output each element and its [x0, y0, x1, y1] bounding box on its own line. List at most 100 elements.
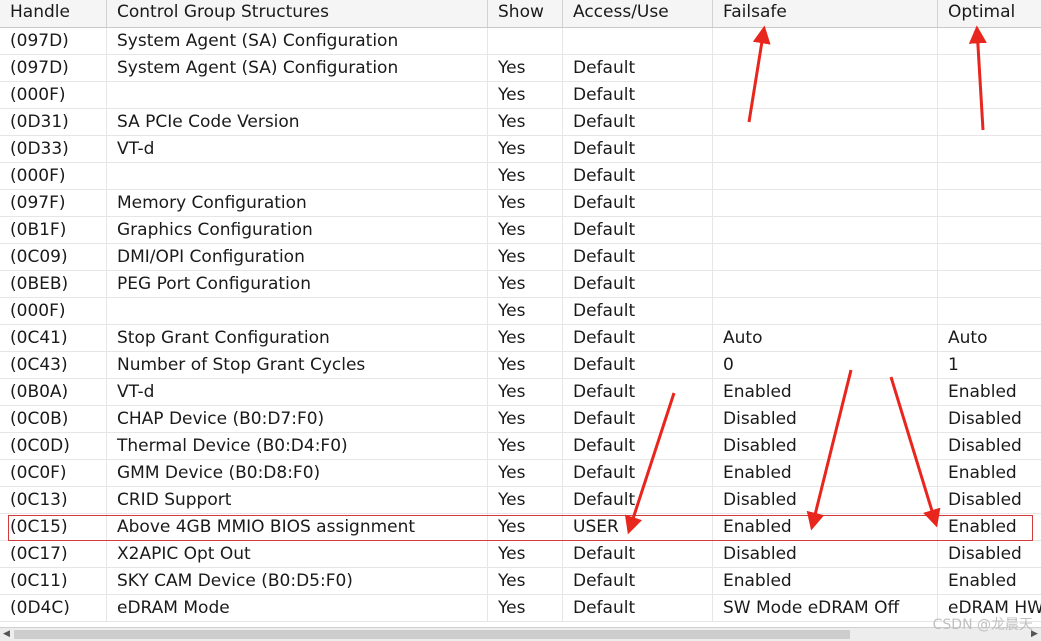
column-header-failsafe[interactable]: Failsafe [713, 0, 938, 27]
cell-control-group [107, 298, 488, 324]
column-header-access-use[interactable]: Access/Use [563, 0, 713, 27]
cell-show: Yes [488, 352, 563, 378]
cell-show: Yes [488, 82, 563, 108]
column-header-optimal[interactable]: Optimal [938, 0, 1041, 27]
scroll-left-arrow-icon[interactable]: ◀ [0, 628, 13, 641]
scrollbar-thumb[interactable] [14, 630, 850, 639]
cell-show: Yes [488, 514, 563, 540]
cell-failsafe [713, 190, 938, 216]
cell-control-group: Above 4GB MMIO BIOS assignment [107, 514, 488, 540]
table-row[interactable]: (0D33) VT-d Yes Default [0, 136, 1041, 163]
cell-show: Yes [488, 109, 563, 135]
cell-handle: (0B0A) [0, 379, 107, 405]
cell-handle: (0C43) [0, 352, 107, 378]
table-row[interactable]: (097D) System Agent (SA) Configuration [0, 28, 1041, 55]
cell-failsafe: SW Mode eDRAM Off [713, 595, 938, 621]
cell-handle: (0C11) [0, 568, 107, 594]
cell-optimal: Enabled [948, 382, 1017, 402]
table-row[interactable]: (0D31) SA PCIe Code Version Yes Default [0, 109, 1041, 136]
table-row[interactable]: (0BEB) PEG Port Configuration Yes Default [0, 271, 1041, 298]
cell-access-use: Default [563, 460, 713, 486]
table-row[interactable]: (0B0A) VT-d Yes Default Enabled Enabled [0, 379, 1041, 406]
table-row[interactable]: (000F) Yes Default [0, 82, 1041, 109]
cell-optimal: Disabled [948, 544, 1022, 564]
cell-access-use: Default [563, 379, 713, 405]
table-row[interactable]: (0B1F) Graphics Configuration Yes Default [0, 217, 1041, 244]
cell-optimal [938, 298, 1041, 324]
table-row[interactable]: (0C17) X2APIC Opt Out Yes Default Disabled Di… [0, 541, 1041, 568]
cell-show: Yes [488, 136, 563, 162]
cell-show: Yes [488, 163, 563, 189]
cell-control-group: System Agent (SA) Configuration [107, 28, 488, 54]
table-row[interactable]: (0C43) Number of Stop Grant Cycles Yes Defa… [0, 352, 1041, 379]
cell-failsafe [713, 298, 938, 324]
table-row[interactable]: (0C0B) CHAP Device (B0:D7:F0) Yes Default Di… [0, 406, 1041, 433]
cell-handle: (000F) [0, 163, 107, 189]
cell-failsafe: Disabled [713, 487, 938, 513]
table-row[interactable]: (0C0F) GMM Device (B0:D8:F0) Yes Default Ena… [0, 460, 1041, 487]
cell-show: Yes [488, 190, 563, 216]
horizontal-scrollbar[interactable]: ◀ ▶ [0, 627, 1041, 641]
cell-access-use: Default [563, 82, 713, 108]
cell-failsafe [713, 244, 938, 270]
cell-control-group: CHAP Device (B0:D7:F0) [107, 406, 488, 432]
table-row[interactable]: (0C13) CRID Support Yes Default Disabled Disa… [0, 487, 1041, 514]
bios-settings-table: Handle Control Group Structures Show Acc… [0, 0, 1041, 640]
cell-access-use: USER [563, 514, 713, 540]
cell-optimal [938, 190, 1041, 216]
cell-control-group: Stop Grant Configuration [107, 325, 488, 351]
column-header-control-group-structures[interactable]: Control Group Structures [107, 0, 488, 27]
cell-show: Yes [488, 244, 563, 270]
table-row[interactable]: (0C09) DMI/OPI Configuration Yes Default [0, 244, 1041, 271]
cell-handle: (0D31) [0, 109, 107, 135]
cell-show [488, 28, 563, 54]
cell-access-use: Default [563, 244, 713, 270]
cell-control-group: SA PCIe Code Version [107, 109, 488, 135]
cell-show: Yes [488, 568, 563, 594]
cell-show: Yes [488, 595, 563, 621]
table-row[interactable]: (097F) Memory Configuration Yes Default [0, 190, 1041, 217]
table-row[interactable]: (0D4C) eDRAM Mode Yes Default SW Mode eDRAM … [0, 595, 1041, 622]
cell-handle: (0B1F) [0, 217, 107, 243]
cell-failsafe [713, 109, 938, 135]
cell-failsafe [713, 163, 938, 189]
cell-optimal [938, 217, 1041, 243]
cell-failsafe [713, 136, 938, 162]
cell-show: Yes [488, 460, 563, 486]
cell-control-group: eDRAM Mode [107, 595, 488, 621]
cell-handle: (0C09) [0, 244, 107, 270]
table-row[interactable]: (097D) System Agent (SA) Configuration Yes… [0, 55, 1041, 82]
cell-show: Yes [488, 325, 563, 351]
cell-show: Yes [488, 406, 563, 432]
cell-handle: (0C13) [0, 487, 107, 513]
cell-show: Yes [488, 487, 563, 513]
cell-failsafe: Enabled [713, 379, 938, 405]
cell-optimal: Disabled [948, 490, 1022, 510]
cell-failsafe: Enabled [713, 568, 938, 594]
table-row[interactable]: (0C0D) Thermal Device (B0:D4:F0) Yes Defaul… [0, 433, 1041, 460]
cell-access-use: Default [563, 433, 713, 459]
column-header-handle[interactable]: Handle [0, 0, 107, 27]
table-row[interactable]: (0C41) Stop Grant Configuration Yes Default… [0, 325, 1041, 352]
cell-access-use: Default [563, 190, 713, 216]
cell-optimal [938, 28, 1041, 54]
cell-show: Yes [488, 433, 563, 459]
cell-show: Yes [488, 298, 563, 324]
cell-optimal [938, 163, 1041, 189]
table-row[interactable]: (0C15) Above 4GB MMIO BIOS assignment Yes U… [0, 514, 1041, 541]
cell-control-group: Number of Stop Grant Cycles [107, 352, 488, 378]
table-row[interactable]: (0C11) SKY CAM Device (B0:D5:F0) Yes Defaul… [0, 568, 1041, 595]
cell-failsafe [713, 271, 938, 297]
cell-control-group: Thermal Device (B0:D4:F0) [107, 433, 488, 459]
cell-access-use: Default [563, 136, 713, 162]
cell-handle: (0C41) [0, 325, 107, 351]
cell-access-use: Default [563, 352, 713, 378]
cell-access-use: Default [563, 55, 713, 81]
table-row[interactable]: (000F) Yes Default [0, 163, 1041, 190]
cell-access-use: Default [563, 271, 713, 297]
table-row[interactable]: (000F) Yes Default [0, 298, 1041, 325]
cell-optimal [938, 271, 1041, 297]
table-header: Handle Control Group Structures Show Acc… [0, 0, 1041, 28]
cell-failsafe: 0 [713, 352, 938, 378]
column-header-show[interactable]: Show [488, 0, 563, 27]
